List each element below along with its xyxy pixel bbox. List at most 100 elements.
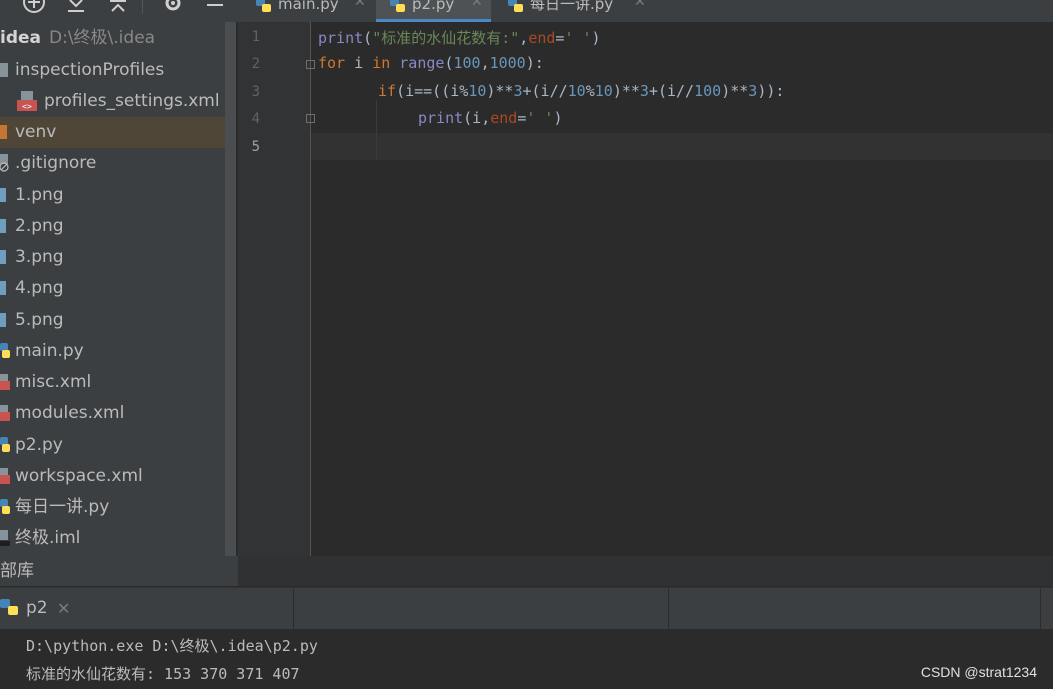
xml-file-icon — [0, 405, 10, 421]
minimize-icon[interactable] — [203, 0, 227, 14]
console-line: D:\python.exe D:\终极\.idea\p2.py — [26, 637, 318, 655]
line-number: 3 — [251, 84, 260, 100]
panel-divider — [1040, 588, 1041, 630]
image-file-icon — [0, 188, 6, 202]
python-run-icon — [0, 599, 18, 615]
project-toolbar — [0, 0, 238, 22]
project-root-name: idea — [0, 28, 41, 48]
project-root-path: D:\终极\.idea — [49, 28, 156, 48]
tree-item-label: modules.xml — [15, 403, 125, 423]
tree-item-label: 5.png — [15, 310, 64, 330]
tree-item-workspace-xml[interactable]: workspace.xml — [0, 461, 236, 492]
python-file-icon — [0, 343, 10, 358]
run-tool-window-header: p2 ✕ — [0, 587, 1053, 630]
tree-item-modules-xml[interactable]: modules.xml — [0, 398, 236, 429]
line-number: 4 — [251, 111, 260, 127]
tree-item-misc-xml[interactable]: misc.xml — [0, 367, 236, 398]
xml-file-icon — [0, 468, 10, 484]
tree-item-gitignore[interactable]: .gitignore — [0, 148, 236, 179]
close-icon[interactable]: ✕ — [471, 0, 483, 9]
close-icon[interactable]: ✕ — [354, 0, 366, 9]
editor-gutter: 1 2 3 4 5 — [238, 22, 310, 556]
code-line-3: if(i==((i%10)**3+(i//10%10)**3+(i//100)*… — [378, 82, 785, 100]
folder-icon — [0, 63, 8, 77]
close-icon[interactable]: ✕ — [57, 599, 70, 618]
collapse-all-icon[interactable] — [106, 0, 130, 14]
line-number: 5 — [251, 139, 260, 155]
tree-item-label: venv — [15, 122, 57, 142]
tree-item-label: p2.py — [15, 435, 63, 455]
python-file-icon — [0, 499, 10, 514]
tab-label: main.py — [278, 0, 339, 13]
expand-all-icon[interactable] — [64, 0, 88, 14]
tree-item-daily-py[interactable]: 每日一讲.py — [0, 492, 236, 523]
tree-item-label: 3.png — [15, 247, 64, 267]
tree-item-label: 每日一讲.py — [15, 497, 110, 517]
python-file-icon — [256, 0, 271, 12]
tab-label: p2.py — [412, 0, 455, 13]
tree-item-label: 部库 — [0, 561, 34, 581]
add-circle-icon[interactable] — [22, 0, 46, 14]
gutter-divider — [310, 22, 311, 556]
tab-main-py[interactable]: main.py ✕ — [242, 0, 372, 22]
editor-horizontal-scroll-area — [238, 556, 1053, 586]
image-file-icon — [0, 219, 6, 233]
tree-root[interactable]: idea D:\终极\.idea — [0, 23, 236, 54]
close-icon[interactable]: ✕ — [634, 0, 646, 9]
toolbar-divider — [142, 0, 143, 14]
tree-item-profiles-settings[interactable]: <> profiles_settings.xml — [0, 86, 236, 117]
image-file-icon — [0, 250, 6, 264]
code-editor[interactable]: 1 2 3 4 5 print("标准的水仙花数有:",end=' ') for… — [238, 22, 1053, 556]
watermark-text: CSDN @strat1234 — [920, 664, 1037, 680]
python-file-icon — [0, 437, 10, 452]
tree-item-venv[interactable]: venv — [0, 117, 236, 148]
tab-label: 每日一讲.py — [530, 0, 614, 13]
tree-item-p2-py[interactable]: p2.py — [0, 430, 236, 461]
tree-item-2-png[interactable]: 2.png — [0, 211, 236, 242]
code-line-2: for i in range(100,1000): — [318, 54, 544, 72]
tree-item-label: 4.png — [15, 278, 64, 298]
fold-marker-icon[interactable] — [306, 60, 315, 69]
folder-icon — [0, 125, 7, 139]
panel-divider — [668, 588, 669, 630]
svg-text:<>: <> — [22, 102, 32, 111]
tree-item-label: inspectionProfiles — [15, 60, 165, 80]
tree-item-label: profiles_settings.xml — [44, 91, 220, 111]
tree-item-label: .gitignore — [15, 153, 97, 173]
run-tab-p2[interactable]: p2 — [26, 598, 48, 618]
gear-icon[interactable] — [161, 0, 185, 14]
project-scrollbar[interactable] — [225, 22, 236, 556]
code-line-4: print(i,end=' ') — [418, 109, 563, 127]
tab-daily-py[interactable]: 每日一讲.py ✕ — [494, 0, 659, 22]
panel-divider — [293, 588, 294, 630]
tree-item-5-png[interactable]: 5.png — [0, 305, 236, 336]
tree-item-3-png[interactable]: 3.png — [0, 242, 236, 273]
editor-tab-bar: main.py ✕ p2.py ✕ 每日一讲.py ✕ — [242, 0, 1053, 23]
code-line-1: print("标准的水仙花数有:",end=' ') — [318, 29, 601, 47]
tree-item-external-libraries[interactable]: 部库 — [0, 556, 238, 586]
tree-item-label: workspace.xml — [15, 466, 143, 486]
tree-item-main-py[interactable]: main.py — [0, 336, 236, 367]
python-file-icon — [508, 0, 523, 12]
python-file-icon — [390, 0, 405, 12]
iml-file-icon — [0, 530, 10, 546]
image-file-icon — [0, 281, 6, 295]
tree-item-inspectionprofiles[interactable]: inspectionProfiles — [0, 55, 236, 86]
console-line: 标准的水仙花数有: 153 370 371 407 — [26, 665, 300, 683]
tree-item-label: 终极.iml — [15, 528, 81, 548]
line-number: 2 — [251, 56, 260, 72]
fold-end-marker-icon[interactable] — [306, 114, 315, 123]
line-number: 1 — [251, 29, 260, 45]
tree-item-label: main.py — [15, 341, 84, 361]
xml-file-icon — [0, 374, 10, 390]
tab-p2-py[interactable]: p2.py ✕ — [376, 0, 491, 22]
tree-item-label: 2.png — [15, 216, 64, 236]
ignore-file-icon — [0, 154, 9, 172]
tree-item-iml[interactable]: 终极.iml — [0, 523, 236, 554]
run-console[interactable]: D:\python.exe D:\终极\.idea\p2.py 标准的水仙花数有… — [0, 629, 1053, 689]
tree-item-1-png[interactable]: 1.png — [0, 180, 236, 211]
image-file-icon — [0, 313, 6, 327]
tree-item-4-png[interactable]: 4.png — [0, 273, 236, 304]
tree-item-label: 1.png — [15, 185, 64, 205]
current-line-highlight — [311, 133, 1053, 160]
